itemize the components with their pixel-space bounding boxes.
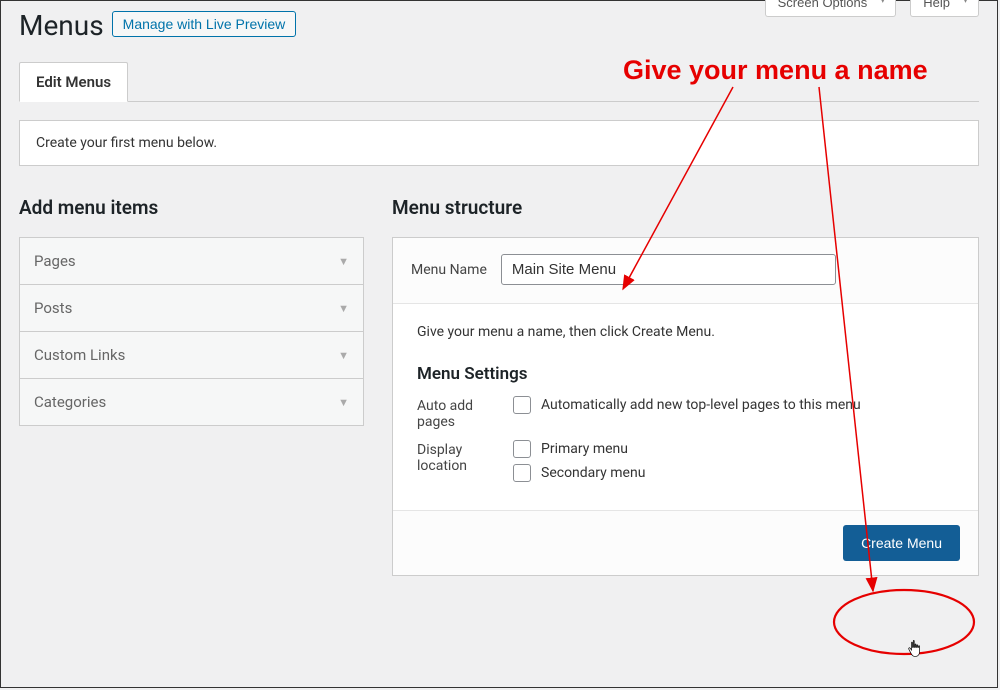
menu-settings-section: Menu Settings Auto add pages Automatical… (393, 346, 978, 510)
accordion-label: Posts (34, 299, 72, 317)
auto-add-option-label: Automatically add new top-level pages to… (541, 397, 861, 413)
help-button[interactable]: Help (910, 0, 979, 17)
page-title: Menus (19, 9, 104, 42)
menu-name-input[interactable] (501, 254, 836, 285)
chevron-down-icon: ▼ (338, 302, 349, 315)
primary-menu-label: Primary menu (541, 441, 628, 457)
accordion-label: Categories (34, 393, 106, 411)
menu-structure-heading: Menu structure (392, 196, 979, 219)
tab-edit-menus[interactable]: Edit Menus (19, 62, 128, 102)
cursor-pointer-icon (907, 639, 925, 661)
annotation-text: Give your menu a name (623, 55, 928, 86)
columns: Add menu items Pages ▼ Posts ▼ Custom Li… (19, 196, 979, 576)
first-menu-notice: Create your first menu below. (19, 120, 979, 166)
menu-name-label: Menu Name (411, 262, 487, 278)
add-items-heading: Add menu items (19, 196, 364, 219)
secondary-menu-checkbox[interactable] (513, 464, 531, 482)
accordion-posts[interactable]: Posts ▼ (20, 285, 363, 332)
instruction-text: Give your menu a name, then click Create… (393, 304, 978, 346)
menu-structure-box: Menu Name Give your menu a name, then cl… (392, 237, 979, 576)
accordion-categories[interactable]: Categories ▼ (20, 379, 363, 425)
auto-add-pages-row: Auto add pages Automatically add new top… (417, 396, 954, 430)
menu-name-row: Menu Name (393, 238, 978, 304)
chevron-down-icon: ▼ (338, 255, 349, 268)
accordion-custom-links[interactable]: Custom Links ▼ (20, 332, 363, 379)
add-menu-items-column: Add menu items Pages ▼ Posts ▼ Custom Li… (19, 196, 364, 576)
accordion: Pages ▼ Posts ▼ Custom Links ▼ Categorie… (19, 237, 364, 426)
menu-settings-heading: Menu Settings (417, 364, 954, 384)
accordion-label: Custom Links (34, 346, 125, 364)
menu-structure-column: Menu structure Menu Name Give your menu … (392, 196, 979, 576)
top-bar: Menus Manage with Live Preview Screen Op… (1, 1, 997, 42)
screen-options-button[interactable]: Screen Options (765, 0, 897, 17)
auto-add-checkbox[interactable] (513, 396, 531, 414)
auto-add-option-line: Automatically add new top-level pages to… (513, 396, 954, 414)
primary-menu-line: Primary menu (513, 440, 954, 458)
secondary-menu-label: Secondary menu (541, 465, 645, 481)
auto-add-label: Auto add pages (417, 396, 513, 430)
live-preview-button[interactable]: Manage with Live Preview (112, 11, 297, 37)
app-frame: Menus Manage with Live Preview Screen Op… (0, 0, 998, 688)
chevron-down-icon: ▼ (338, 349, 349, 362)
annotation-ellipse (834, 590, 974, 654)
footer-row: Create Menu (393, 510, 978, 575)
secondary-menu-line: Secondary menu (513, 464, 954, 482)
accordion-label: Pages (34, 252, 76, 270)
accordion-pages[interactable]: Pages ▼ (20, 238, 363, 285)
chevron-down-icon: ▼ (338, 396, 349, 409)
display-location-label: Display location (417, 440, 513, 488)
primary-menu-checkbox[interactable] (513, 440, 531, 458)
display-location-row: Display location Primary menu Secondary … (417, 440, 954, 488)
screen-options-group: Screen Options Help (765, 0, 979, 17)
create-menu-button[interactable]: Create Menu (843, 525, 960, 561)
